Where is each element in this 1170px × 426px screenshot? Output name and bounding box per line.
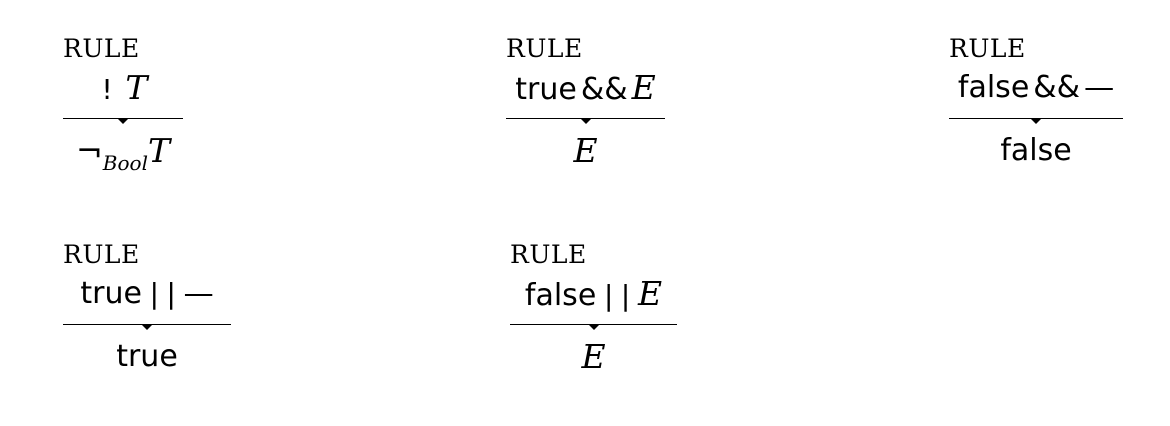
rule-label: RULE	[63, 34, 140, 63]
or-operator: ||	[145, 277, 180, 310]
metavariable-e: E	[631, 68, 656, 107]
metavariable-e: E	[638, 274, 663, 313]
not-operator: !	[98, 73, 116, 106]
rule-label: RULE	[506, 34, 583, 63]
conclusion: ¬BoolT	[63, 131, 183, 178]
conclusion: E	[506, 131, 665, 178]
rule-label: RULE	[63, 240, 140, 269]
false-literal: false	[524, 278, 597, 313]
metavariable-t: T	[147, 131, 170, 170]
true-literal: true	[80, 276, 142, 311]
inference-bar	[506, 118, 665, 124]
rule-label: RULE	[510, 240, 587, 269]
premise: true && E	[506, 68, 665, 115]
negation-symbol: ¬	[75, 132, 103, 170]
and-operator: &&	[580, 72, 628, 107]
metavariable-t: T	[125, 68, 148, 107]
inference-bar	[949, 118, 1123, 124]
metavariable-e: E	[573, 131, 598, 170]
conclusion: false	[949, 131, 1123, 176]
inference-bar	[510, 324, 677, 330]
metavariable-e: E	[581, 337, 606, 376]
and-operator: &&	[1033, 70, 1081, 105]
inference-bar	[63, 118, 183, 124]
inference-rule-and-false: RULE false && — false	[949, 34, 1123, 184]
conclusion: E	[510, 337, 677, 384]
inference-rule-or-true: RULE true || — true	[63, 240, 231, 390]
inference-bar	[63, 324, 231, 330]
conclusion: true	[63, 337, 231, 382]
true-literal: true	[515, 72, 577, 107]
false-literal: false	[1000, 133, 1072, 168]
inference-rule-not: RULE ! T ¬BoolT	[63, 34, 183, 184]
false-literal: false	[957, 70, 1030, 105]
rule-label: RULE	[949, 34, 1026, 63]
wildcard-dash: —	[183, 276, 214, 311]
premise: true || —	[63, 274, 231, 319]
premise: false && —	[949, 68, 1123, 113]
inference-rule-and-true: RULE true && E E	[506, 34, 665, 184]
premise: ! T	[63, 68, 183, 115]
bool-subscript: Bool	[102, 151, 148, 175]
true-literal: true	[116, 339, 178, 374]
wildcard-dash: —	[1084, 70, 1115, 105]
premise: false || E	[510, 274, 677, 321]
or-operator: ||	[600, 279, 634, 312]
inference-rule-or-false: RULE false || E E	[510, 240, 677, 390]
